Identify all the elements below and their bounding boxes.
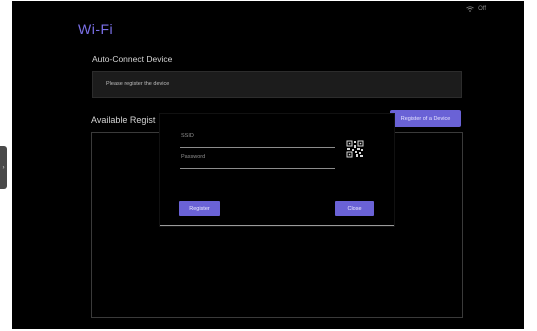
auto-connect-box[interactable]: Please register the device <box>92 71 462 98</box>
qr-code-icon[interactable] <box>346 140 364 158</box>
page-title: Wi-Fi <box>78 21 114 37</box>
auto-connect-message: Please register the device <box>106 81 170 87</box>
available-devices-title: Available Regist <box>91 115 156 125</box>
chevron-right-icon: › <box>2 164 5 171</box>
register-device-button[interactable]: Register of a Device <box>390 110 461 127</box>
dialog-divider <box>160 225 394 226</box>
register-button[interactable]: Register <box>179 201 220 216</box>
wifi-status-text: Off <box>478 6 486 12</box>
register-dialog: SSID Password Register Close <box>160 114 394 226</box>
ssid-field[interactable]: SSID <box>180 131 335 148</box>
screen: Off Wi-Fi Auto-Connect Device Please reg… <box>12 1 524 329</box>
password-placeholder: Password <box>181 154 206 160</box>
close-button[interactable]: Close <box>335 201 374 216</box>
ssid-placeholder: SSID <box>181 133 194 139</box>
auto-connect-title: Auto-Connect Device <box>92 54 173 64</box>
password-field[interactable]: Password <box>180 152 335 169</box>
side-tab[interactable]: › <box>0 146 7 189</box>
wifi-icon <box>466 6 474 12</box>
status-bar: Off <box>466 6 486 12</box>
